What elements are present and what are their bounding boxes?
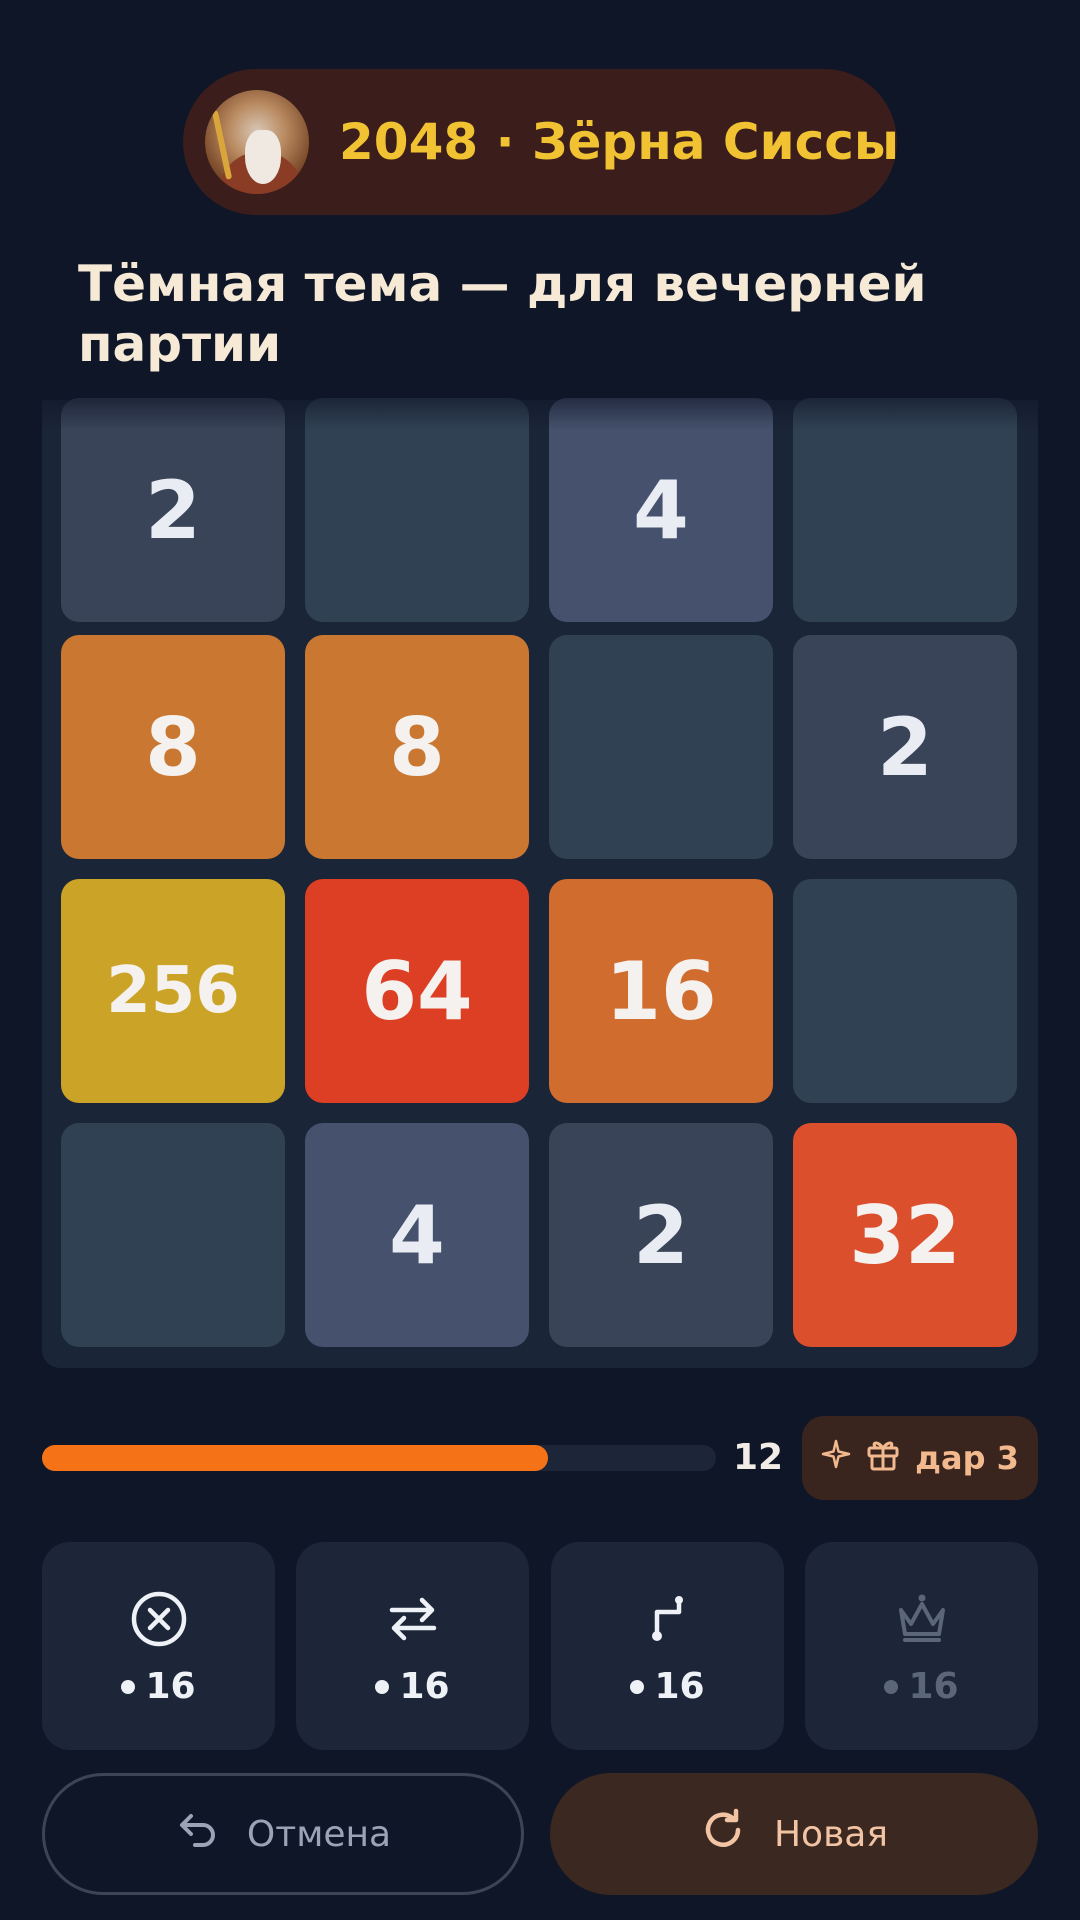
powerup-cost: 16: [375, 1666, 450, 1707]
refresh-icon: [700, 1807, 746, 1862]
app-title: 2048 · Зёрна Сиссы: [339, 113, 900, 171]
new-game-button[interactable]: Новая: [550, 1773, 1038, 1895]
powerup-cost: 16: [121, 1666, 196, 1707]
game-board[interactable]: 2 4 8 8 2 256 64 16 4 2 32: [42, 398, 1038, 1368]
header-pill: 2048 · Зёрна Сиссы: [183, 69, 900, 215]
undo-icon: [175, 1808, 219, 1861]
tile-32: 32: [793, 1123, 1017, 1347]
tile-2: 2: [549, 1123, 773, 1347]
gift-button[interactable]: дар 3: [802, 1416, 1038, 1500]
tile-4: 4: [549, 398, 773, 622]
board-cell-empty: [61, 1123, 285, 1347]
board-cell-empty: [793, 398, 1017, 622]
move-path-icon: [639, 1590, 697, 1648]
swap-icon: [384, 1590, 442, 1648]
gift-label: дар 3: [915, 1439, 1019, 1477]
powerup-swap[interactable]: 16: [296, 1542, 529, 1750]
powerup-crown[interactable]: 16: [805, 1542, 1038, 1750]
tile-64: 64: [305, 879, 529, 1103]
gift-icon: [865, 1436, 901, 1480]
tile-2: 2: [61, 398, 285, 622]
powerup-cost: 16: [884, 1666, 959, 1707]
theme-subtitle: Тёмная тема — для вечерней партии: [78, 255, 927, 373]
new-game-label: Новая: [773, 1813, 889, 1855]
tile-16: 16: [549, 879, 773, 1103]
tile-8: 8: [61, 635, 285, 859]
powerup-cost: 16: [630, 1666, 705, 1707]
progress-count: 12: [732, 1437, 784, 1478]
avatar: [205, 90, 309, 194]
crown-icon: [893, 1590, 951, 1648]
tile-2: 2: [793, 635, 1017, 859]
powerup-remove-tile[interactable]: 16: [42, 1542, 275, 1750]
undo-button[interactable]: Отмена: [42, 1773, 524, 1895]
board-cell-empty: [549, 635, 773, 859]
tile-4: 4: [305, 1123, 529, 1347]
tile-256: 256: [61, 879, 285, 1103]
board-cell-empty: [305, 398, 529, 622]
undo-label: Отмена: [246, 1813, 392, 1855]
progress-fill: [42, 1445, 548, 1471]
remove-tile-icon: [130, 1590, 188, 1648]
progress-bar: [42, 1445, 716, 1471]
board-cell-empty: [793, 879, 1017, 1103]
sparkle-icon: [821, 1439, 851, 1477]
powerup-move-path[interactable]: 16: [551, 1542, 784, 1750]
tile-8: 8: [305, 635, 529, 859]
